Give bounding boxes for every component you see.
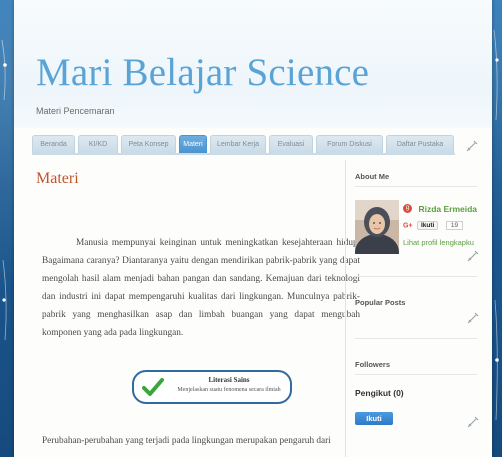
followers-count: Pengikut (0) (355, 388, 404, 398)
tab-materi[interactable]: Materi (179, 135, 207, 153)
literacy-badge: Literasi Sains Menjelaskan suatu fenomen… (132, 370, 292, 404)
badge-title: Literasi Sains (208, 376, 250, 384)
nav-tabs: Beranda KI/KD Peta Konsep Materi Lembar … (32, 135, 477, 153)
sidebar: About Me g Rizda Ermeida G+ Ikuti 19 Lih… (355, 160, 483, 457)
about-me-title: About Me (355, 172, 390, 181)
post-continuation: Perubahan-perubahan yang terjadi pada li… (42, 436, 331, 446)
edit-about-icon[interactable] (467, 250, 479, 265)
blog-container: Mari Belajar Science Materi Pencemaran B… (14, 0, 492, 457)
profile-name[interactable]: Rizda Ermeida (418, 204, 477, 214)
tab-daftar-pustaka[interactable]: Daftar Pustaka (386, 135, 454, 153)
blog-title[interactable]: Mari Belajar Science (36, 50, 369, 95)
blog-description: Materi Pencemaran (36, 106, 115, 116)
follow-count: 19 (445, 221, 464, 231)
profile-name-row: g Rizda Ermeida (403, 200, 477, 214)
blog-header: Mari Belajar Science Materi Pencemaran (14, 0, 492, 128)
avatar[interactable] (355, 200, 399, 254)
tab-evaluasi[interactable]: Evaluasi (269, 135, 313, 153)
tab-beranda[interactable]: Beranda (32, 135, 75, 153)
tab-peta-konsep[interactable]: Peta Konsep (121, 135, 176, 153)
tab-divider (32, 153, 455, 155)
checkmark-icon (142, 378, 164, 396)
tab-lembar-kerja[interactable]: Lembar Kerja (210, 135, 266, 153)
widget-divider (355, 374, 477, 375)
edit-popular-icon[interactable] (467, 312, 479, 327)
edit-followers-icon[interactable] (467, 416, 479, 431)
widget-divider (355, 186, 477, 187)
post-body: Manusia mempunyai keinginan untuk mening… (42, 234, 360, 342)
widget-divider (355, 276, 477, 277)
followers-title: Followers (355, 360, 391, 369)
gplus-follow-button[interactable]: Ikuti (417, 221, 439, 231)
widget-divider (355, 338, 477, 339)
post-title: Materi (36, 170, 79, 187)
edit-nav-icon[interactable] (466, 140, 478, 155)
google-plus-icon: G+ (403, 222, 413, 230)
tab-kikd[interactable]: KI/KD (78, 135, 118, 153)
main-column: Materi Manusia mempunyai keinginan untuk… (34, 160, 360, 457)
gplus-follow-row: G+ Ikuti 19 (403, 217, 464, 231)
post-paragraph: Manusia mempunyai keinginan untuk mening… (42, 238, 360, 338)
profile-icon: g (403, 204, 412, 214)
view-profile-link[interactable]: Lihat profil lengkapku (403, 238, 474, 247)
column-divider (345, 160, 346, 457)
tab-forum-diskusi[interactable]: Forum Diskusi (316, 135, 383, 153)
follow-button[interactable]: Ikuti (355, 412, 393, 425)
badge-subtitle: Menjelaskan suatu fenomena secara ilmiah (177, 387, 281, 393)
popular-posts-title: Popular Posts (355, 298, 406, 307)
